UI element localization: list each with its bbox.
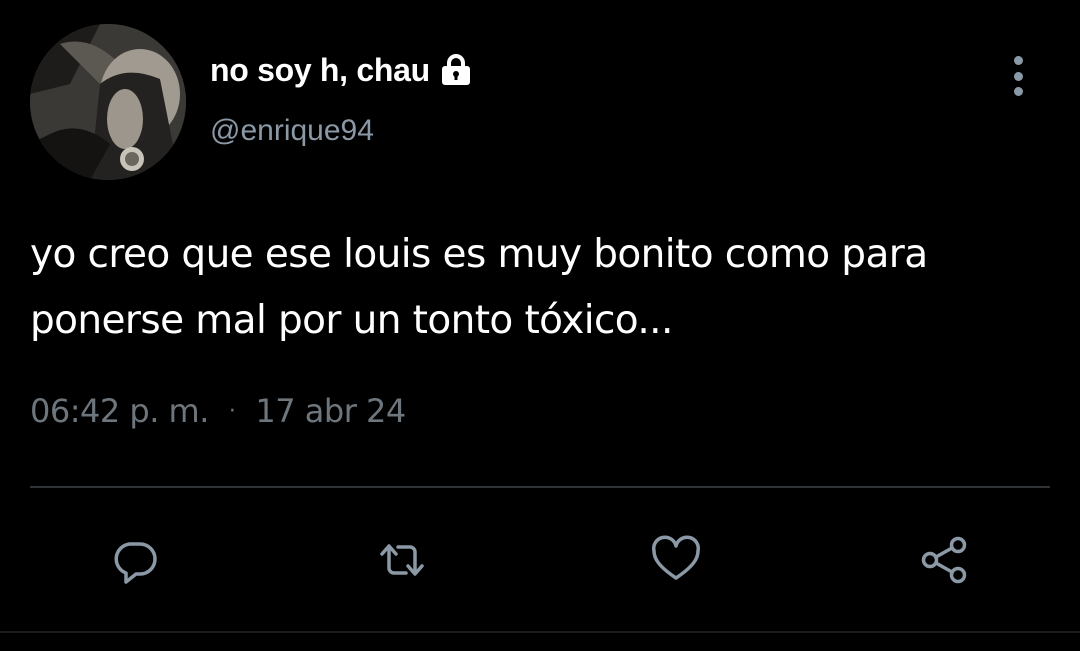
reply-icon xyxy=(114,542,157,584)
meta-separator: · xyxy=(228,398,236,424)
more-options-button[interactable] xyxy=(1000,56,1036,96)
more-vertical-icon xyxy=(1013,56,1023,65)
divider xyxy=(30,486,1050,488)
more-vertical-icon-dot xyxy=(1013,71,1023,81)
user-handle[interactable]: @enrique94 xyxy=(210,114,374,148)
heart-icon xyxy=(651,535,701,580)
retweet-icon xyxy=(380,544,424,576)
share-button[interactable] xyxy=(916,532,972,588)
tweet-date[interactable]: 17 abr 24 xyxy=(255,392,406,430)
tweet-time[interactable]: 06:42 p. m. xyxy=(30,392,209,430)
display-name[interactable]: no soy h, chau xyxy=(210,52,430,89)
tweet-timestamp: 06:42 p. m. · 17 abr 24 xyxy=(30,392,406,430)
tweet-text: yo creo que ese louis es muy bonito como… xyxy=(30,232,928,343)
bottom-divider xyxy=(0,631,1080,633)
retweet-button[interactable] xyxy=(374,532,430,588)
reply-button[interactable] xyxy=(108,532,164,588)
avatar-photo xyxy=(30,24,186,180)
share-icon xyxy=(921,536,967,584)
lock-icon xyxy=(438,53,474,87)
more-vertical-icon-dot xyxy=(1013,87,1023,96)
avatar[interactable] xyxy=(30,24,186,180)
display-name-row: no soy h, chau xyxy=(210,48,474,92)
like-button[interactable] xyxy=(648,532,704,588)
